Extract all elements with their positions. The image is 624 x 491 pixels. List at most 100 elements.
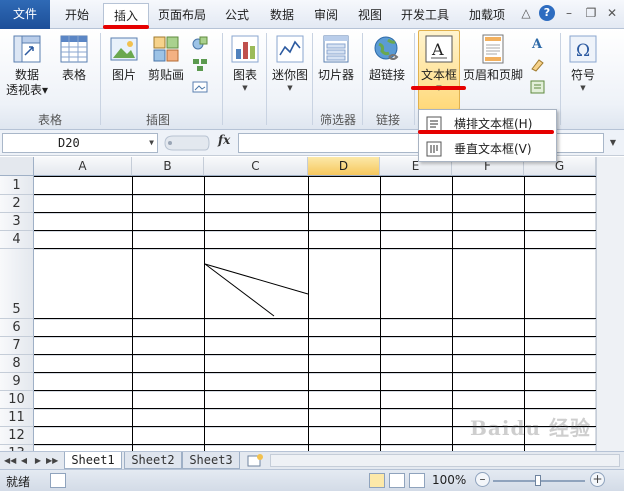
name-box[interactable]: D20 ▼: [2, 133, 158, 153]
next-sheet-icon[interactable]: ▶: [32, 454, 44, 467]
tab-data[interactable]: 数据: [264, 3, 300, 29]
wordart-icon[interactable]: A: [530, 35, 546, 51]
restore-icon[interactable]: ❐: [583, 5, 599, 21]
header-footer-icon: [477, 33, 509, 65]
picture-label: 图片: [111, 68, 136, 82]
prev-sheet-icon[interactable]: ◀: [18, 454, 30, 467]
header-footer-button[interactable]: 页眉和页脚: [462, 31, 524, 83]
macro-record-icon[interactable]: [50, 473, 66, 488]
sheet-tab-2[interactable]: Sheet2: [124, 452, 182, 469]
last-sheet-icon[interactable]: ▶▶: [46, 454, 58, 467]
vertical-scrollbar[interactable]: [596, 157, 624, 451]
close-icon[interactable]: ✕: [604, 5, 620, 21]
pivot-table-label-2-text: 透视表: [5, 83, 42, 97]
row-header-6[interactable]: 6: [0, 319, 34, 337]
zoom-level[interactable]: 100%: [432, 473, 466, 487]
picture-button[interactable]: 图片: [106, 31, 142, 83]
menu-item-vertical-textbox[interactable]: 垂直文本框(V): [420, 137, 555, 161]
row-header-1[interactable]: 1: [0, 176, 34, 195]
sheet-tab-1[interactable]: Sheet1: [64, 452, 122, 469]
row-header-12[interactable]: 12: [0, 427, 34, 445]
tab-addins[interactable]: 加载项: [464, 3, 510, 29]
symbol-dropdown-icon: ▼: [580, 84, 586, 92]
row-header-5[interactable]: 5: [0, 249, 34, 319]
zoom-in-icon[interactable]: +: [590, 472, 605, 487]
slicer-label: 切片器: [317, 68, 354, 82]
textbox-dropdown-menu: 横排文本框(H) 垂直文本框(V): [418, 109, 557, 162]
row-header-8[interactable]: 8: [0, 355, 34, 373]
symbol-button[interactable]: Ω 符号 ▼: [564, 31, 602, 93]
picture-icon: [108, 33, 140, 65]
shapes-icon[interactable]: [192, 35, 208, 51]
formula-splitter-handle[interactable]: [161, 134, 211, 152]
horizontal-textbox-annotation: [418, 130, 554, 134]
sheet-tab-3[interactable]: Sheet3: [182, 452, 240, 469]
page-break-view-icon[interactable]: [409, 473, 425, 488]
row-header-7[interactable]: 7: [0, 337, 34, 355]
sparkline-label: 迷你图: [271, 68, 308, 82]
normal-view-icon[interactable]: [369, 473, 385, 488]
insert-sheet-icon[interactable]: [246, 454, 264, 468]
chart-dropdown-icon: ▼: [242, 84, 248, 92]
tab-page-layout[interactable]: 页面布局: [153, 3, 211, 29]
group-separator: [560, 33, 561, 125]
clipart-icon: [150, 33, 182, 65]
insert-function-icon[interactable]: fx: [218, 133, 230, 147]
tab-formulas[interactable]: 公式: [220, 3, 254, 29]
cell-area[interactable]: [34, 176, 596, 451]
column-header-c[interactable]: C: [204, 157, 308, 176]
name-box-dropdown-icon[interactable]: ▼: [149, 134, 154, 152]
group-separator: [222, 33, 223, 125]
row-header-3[interactable]: 3: [0, 213, 34, 231]
signature-line-icon[interactable]: [530, 57, 546, 73]
select-all-corner[interactable]: [0, 157, 34, 176]
minimize-ribbon-icon[interactable]: △: [518, 5, 534, 21]
hyperlink-button[interactable]: 超链接: [366, 31, 408, 83]
omega-icon: Ω: [567, 33, 599, 65]
group-label-link: 链接: [375, 113, 400, 127]
row-header-2[interactable]: 2: [0, 195, 34, 213]
column-header-b[interactable]: B: [132, 157, 204, 176]
column-header-a[interactable]: A: [34, 157, 132, 176]
pivot-table-button[interactable]: 数据 透视表▾: [5, 31, 49, 98]
table-button[interactable]: 表格: [56, 31, 92, 83]
horizontal-scrollbar[interactable]: [270, 454, 620, 467]
column-header-d[interactable]: D: [308, 157, 380, 176]
worksheet-grid: A B C D E F G 1 2 3 4 5 6 7 8 9 10 11 12…: [0, 157, 624, 451]
object-icon[interactable]: [530, 79, 546, 95]
textbox-button[interactable]: A 文本框 ▼: [418, 30, 460, 110]
tab-developer[interactable]: 开发工具: [396, 3, 454, 29]
chart-label: 图表: [232, 68, 257, 82]
zoom-out-icon[interactable]: –: [475, 472, 490, 487]
pivot-table-icon: [11, 33, 43, 65]
hyperlink-icon: [371, 33, 403, 65]
screenshot-icon[interactable]: [192, 79, 208, 95]
sparkline-button[interactable]: 迷你图 ▼: [270, 31, 310, 93]
row-header-10[interactable]: 10: [0, 391, 34, 409]
tab-file[interactable]: 文件: [0, 0, 50, 29]
row-header-11[interactable]: 11: [0, 409, 34, 427]
pivot-table-label-2: 透视表▾: [5, 83, 49, 97]
first-sheet-icon[interactable]: ◀◀: [4, 454, 16, 467]
clipart-button[interactable]: 剪贴画: [146, 31, 186, 83]
help-icon[interactable]: ?: [539, 5, 555, 21]
sparkline-icon: [274, 33, 306, 65]
menu-item-horizontal-label: 横排文本框(H): [454, 117, 533, 131]
group-label-filter: 筛选器: [319, 113, 356, 127]
pivot-table-label-1: 数据: [14, 68, 39, 82]
page-layout-view-icon[interactable]: [389, 473, 405, 488]
tab-view[interactable]: 视图: [352, 3, 388, 29]
header-footer-label: 页眉和页脚: [462, 68, 523, 82]
tab-review[interactable]: 审阅: [308, 3, 344, 29]
clipart-label: 剪贴画: [147, 68, 184, 82]
tab-home[interactable]: 开始: [57, 3, 97, 29]
row-header-9[interactable]: 9: [0, 373, 34, 391]
row-header-4[interactable]: 4: [0, 231, 34, 249]
expand-formula-bar-icon[interactable]: ▼: [606, 135, 620, 151]
smartart-icon[interactable]: [192, 57, 208, 73]
table-icon: [58, 33, 90, 65]
minimize-icon[interactable]: –: [561, 5, 577, 21]
chart-button[interactable]: 图表 ▼: [226, 31, 264, 93]
zoom-slider-thumb[interactable]: [535, 475, 541, 486]
slicer-button[interactable]: 切片器: [316, 31, 356, 83]
